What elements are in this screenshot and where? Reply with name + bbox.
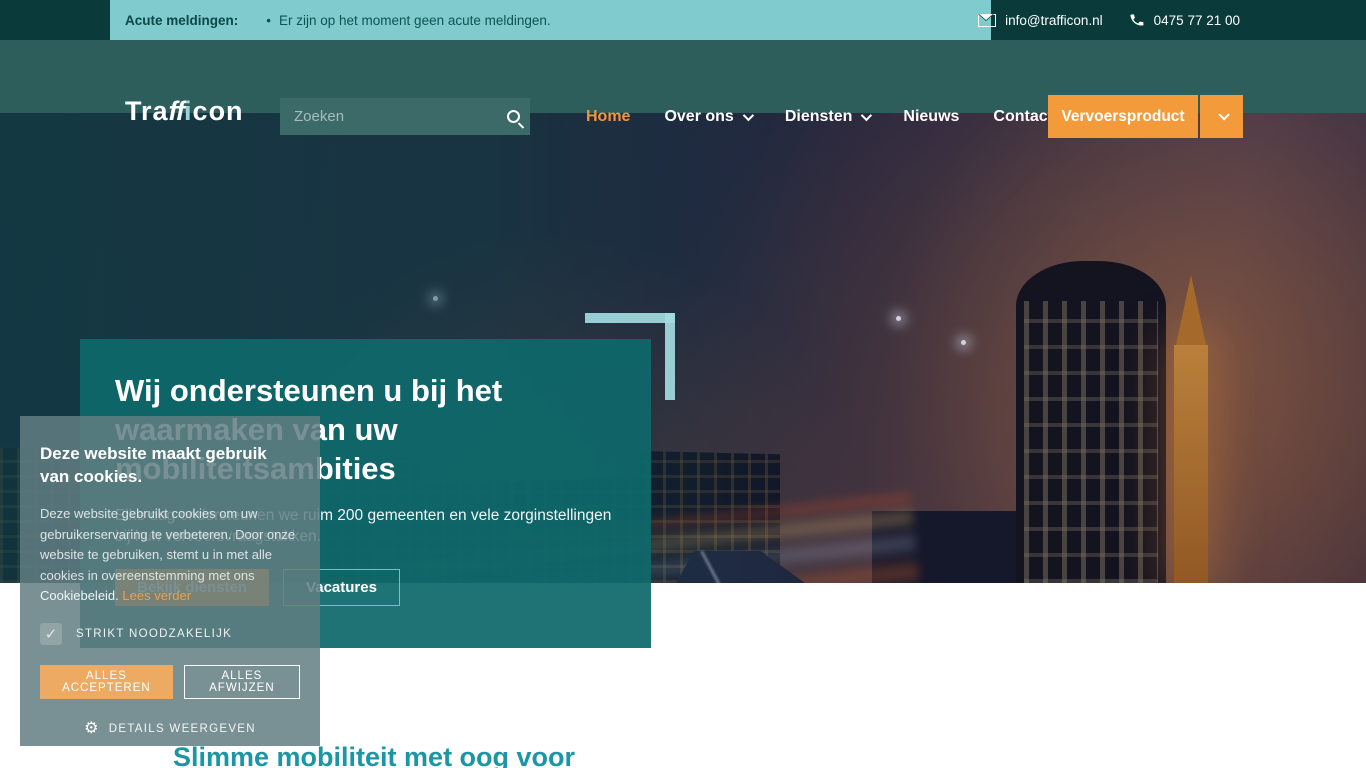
vervoersproduct-dropdown-button[interactable] (1200, 95, 1243, 138)
alert-label: Acute meldingen: (125, 13, 238, 28)
strictly-necessary-label: STRIKT NOODZAKELIJK (76, 628, 232, 640)
chevron-down-icon (1218, 109, 1229, 120)
reject-all-button[interactable]: ALLES AFWIJZEN (184, 665, 300, 699)
logo-i: i (184, 96, 193, 126)
nav-contact-label: Contact (993, 108, 1053, 126)
search-icon[interactable] (507, 110, 520, 123)
alert-message: • Er zijn op het moment geen acute meldin… (266, 13, 550, 28)
envelope-icon (978, 14, 996, 27)
email-link[interactable]: info@trafficon.nl (978, 13, 1103, 28)
check-icon: ✓ (45, 625, 58, 643)
phone-text: 0475 77 21 00 (1154, 13, 1240, 28)
nav-contact[interactable]: Contact (993, 108, 1053, 126)
nav-nieuws-label: Nieuws (903, 108, 959, 126)
nav-nieuws[interactable]: Nieuws (903, 108, 959, 126)
vervoersproduct-split-button: Vervoersproduct (1048, 95, 1243, 138)
nav-home-label: Home (586, 108, 630, 126)
search-input[interactable] (294, 108, 507, 125)
alert-band: Acute meldingen: • Er zijn op het moment … (110, 0, 991, 40)
nav-diensten[interactable]: Diensten (785, 108, 870, 126)
alert-message-text: Er zijn op het moment geen acute melding… (279, 13, 551, 28)
logo-text: Tra (125, 96, 169, 126)
gear-icon: ⚙ (84, 721, 100, 737)
logo-text: con (193, 96, 244, 126)
phone-link[interactable]: 0475 77 21 00 (1129, 12, 1240, 28)
email-text: info@trafficon.nl (1005, 13, 1103, 28)
top-alert-bar: Acute meldingen: • Er zijn op het moment … (0, 0, 1366, 40)
cookie-title: Deze website maakt gebruik van cookies. (40, 442, 290, 488)
show-details-button[interactable]: ⚙ DETAILS WEERGEVEN (40, 721, 300, 737)
cookie-body-text: Deze website gebruikt cookies om uw gebr… (40, 506, 295, 583)
cookie-buttons: ALLES ACCEPTEREN ALLES AFWIJZEN (40, 665, 300, 699)
logo-ff: ff (169, 96, 185, 126)
chevron-down-icon (861, 109, 872, 120)
nav-diensten-label: Diensten (785, 108, 853, 126)
nav-over-ons[interactable]: Over ons (664, 108, 750, 126)
bullet-icon: • (266, 13, 271, 28)
cookie-body: Deze website gebruikt cookies om uw gebr… (40, 504, 302, 607)
page: Slimme mobiliteit met oog voor Wij onder… (0, 0, 1366, 768)
cookie-policy-text: Cookiebeleid. (40, 588, 119, 603)
accept-all-button[interactable]: ALLES ACCEPTEREN (40, 665, 173, 699)
decorative-bracket-horizontal (585, 313, 675, 323)
main-header: Trafficon Home Over ons Diensten Nieuws … (0, 40, 1366, 113)
cookie-consent-dialog: Deze website maakt gebruik van cookies. … (20, 416, 320, 746)
nav-home[interactable]: Home (586, 108, 630, 126)
contact-info: info@trafficon.nl 0475 77 21 00 (978, 0, 1366, 40)
trafficon-logo[interactable]: Trafficon (125, 96, 244, 127)
strictly-necessary-row: ✓ STRIKT NOODZAKELIJK (40, 623, 300, 645)
strictly-necessary-checkbox[interactable]: ✓ (40, 623, 62, 645)
nav-over-ons-label: Over ons (664, 108, 733, 126)
show-details-label: DETAILS WEERGEVEN (109, 723, 256, 735)
chevron-down-icon (743, 109, 754, 120)
decorative-bracket-vertical (665, 313, 675, 400)
vervoersproduct-button[interactable]: Vervoersproduct (1048, 95, 1198, 138)
main-nav: Home Over ons Diensten Nieuws Contact (586, 80, 1053, 153)
search-box (280, 98, 530, 135)
phone-icon (1128, 11, 1146, 29)
read-more-link[interactable]: Lees verder (122, 588, 191, 603)
